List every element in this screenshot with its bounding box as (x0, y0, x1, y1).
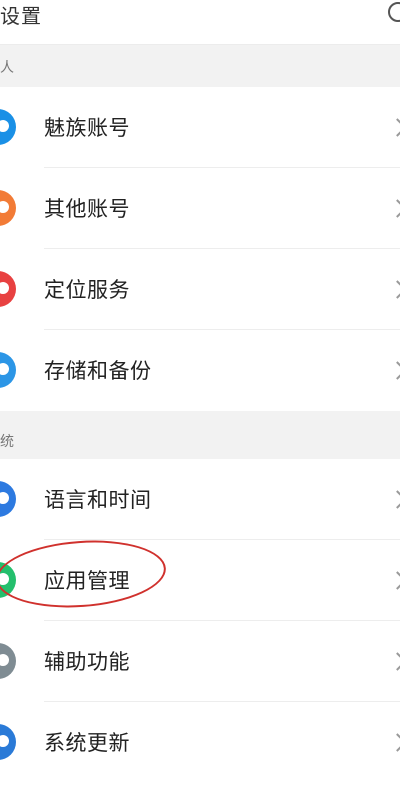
settings-item-location-service[interactable]: 定位服务 (0, 250, 400, 330)
settings-item-label: 语言和时间 (44, 488, 152, 512)
section-label: 人 (0, 60, 14, 76)
section-label: 统 (0, 434, 14, 450)
chevron-right-icon (388, 490, 400, 509)
settings-item-label: 魅族账号 (44, 116, 130, 140)
user-icon (0, 190, 16, 226)
settings-item-app-management[interactable]: 应用管理 (0, 541, 400, 621)
settings-item-label: 其他账号 (44, 197, 130, 221)
search-icon[interactable] (388, 2, 400, 22)
cloud-icon (0, 352, 16, 388)
settings-item-label: 系统更新 (44, 731, 130, 755)
settings-item-storage-backup[interactable]: 存储和备份 (0, 331, 400, 411)
chevron-right-icon (388, 118, 400, 137)
chevron-right-icon (388, 652, 400, 671)
settings-item-language-time[interactable]: 语言和时间 (0, 460, 400, 540)
section-header-system: 统 (0, 411, 400, 459)
settings-item-label: 辅助功能 (44, 650, 130, 674)
globe-icon (0, 481, 16, 517)
location-pin-icon (0, 271, 16, 307)
app-management-icon (0, 562, 16, 598)
chevron-right-icon (388, 361, 400, 380)
settings-item-system-update[interactable]: 系统更新 (0, 703, 400, 783)
settings-item-label: 定位服务 (44, 278, 130, 302)
settings-item-flyme-account[interactable]: 魅族账号 (0, 88, 400, 168)
chevron-right-icon (388, 199, 400, 218)
page-title: 设置 (0, 4, 42, 28)
chevron-right-icon (388, 280, 400, 299)
system-update-icon (0, 724, 16, 760)
chevron-right-icon (388, 733, 400, 752)
top-bar: 设置 (0, 0, 400, 45)
flyme-account-icon (0, 109, 16, 145)
settings-item-other-accounts[interactable]: 其他账号 (0, 169, 400, 249)
chevron-right-icon (388, 571, 400, 590)
accessibility-icon (0, 643, 16, 679)
settings-item-label: 应用管理 (44, 569, 130, 593)
section-header-personal: 人 (0, 45, 400, 87)
settings-item-accessibility[interactable]: 辅助功能 (0, 622, 400, 702)
settings-item-label: 存储和备份 (44, 359, 152, 383)
